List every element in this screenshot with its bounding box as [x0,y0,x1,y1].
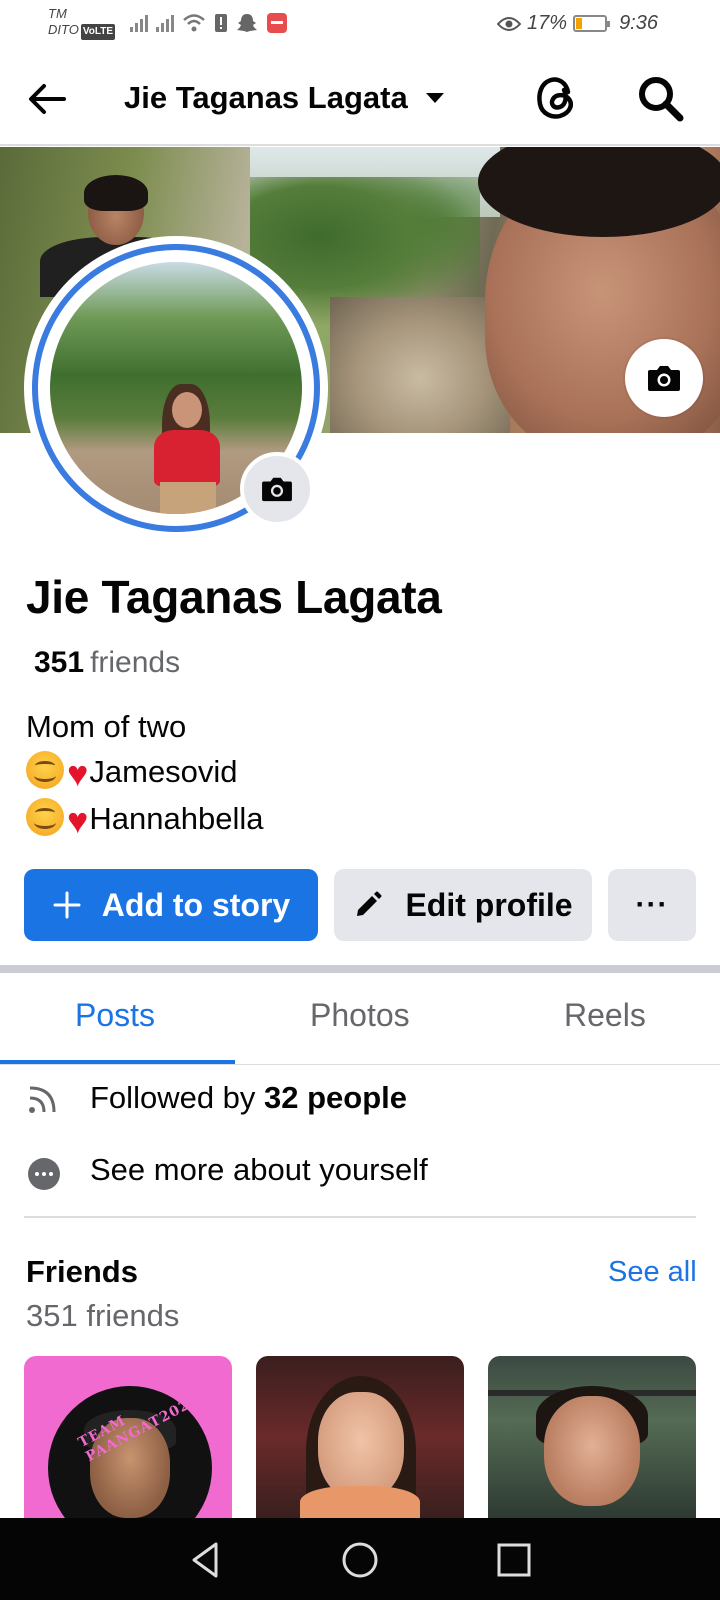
back-arrow-icon[interactable] [26,78,68,120]
friend-card[interactable] [488,1356,696,1518]
see-more-about-text: See more about yourself [90,1152,428,1187]
nav-home-icon[interactable] [340,1540,380,1580]
carrier-line-2: DITO [48,22,79,37]
avatar-camera-button[interactable] [240,452,314,526]
system-navigation-bar [0,1518,720,1600]
followers-text: Followed by 32 people [90,1080,407,1116]
friends-section-title: Friends [26,1254,138,1289]
tab-reels[interactable]: Reels [564,997,646,1034]
search-icon[interactable] [636,74,686,124]
caret-down-icon [425,93,444,103]
profile-tabs: Posts Photos Reels [0,973,720,1065]
threads-icon[interactable] [530,72,582,124]
carrier-line-1: TM [48,6,67,21]
status-right: 17% 9:36 [497,12,658,35]
friends-label: friends [90,646,181,679]
more-options-button[interactable]: ··· [608,869,696,941]
friends-count: 351 [34,646,85,679]
bio-line: Jamesovid [89,754,238,789]
divider [24,1216,696,1218]
bio: Mom of two ♥Jamesovid ♥Hannahbella [26,704,263,843]
friends-count-text: 351 friends [26,1298,180,1333]
more-icon [28,1158,60,1190]
status-bar: TM DITO VoLTE 17% 9:36 [0,0,720,50]
heart-emoji-icon: ♥ [67,800,89,841]
cover-camera-button[interactable] [625,339,703,417]
tab-posts[interactable]: Posts [75,997,155,1034]
see-all-friends-link[interactable]: See all [608,1256,697,1289]
rss-feed-icon [29,1086,56,1113]
followers-count: 32 people [264,1080,408,1115]
carrier-label: TM DITO VoLTE [48,6,116,40]
nav-recents-icon[interactable] [494,1540,534,1580]
plus-icon [53,891,81,919]
heart-emoji-icon: ♥ [67,753,89,794]
active-tab-indicator [0,1060,235,1064]
header-title: Jie Taganas Lagata [124,80,408,115]
add-to-story-button[interactable]: Add to story [24,869,318,941]
battery-percent: 17% [527,12,568,34]
smiling-emoji-icon [26,798,64,836]
followers-row[interactable]: Followed by 32 people [0,1072,720,1128]
wifi-icon [183,14,205,32]
friend-card[interactable]: TEAM PAANGAT2023 [24,1356,232,1518]
status-icons [130,12,288,34]
see-more-about-row[interactable]: See more about yourself [0,1144,720,1200]
app-notification-icon [267,13,287,33]
snapchat-icon [237,14,257,32]
nav-back-icon[interactable] [186,1540,226,1580]
clock: 9:36 [619,12,658,34]
tab-photos[interactable]: Photos [310,997,410,1034]
camera-icon [262,477,292,502]
signal-icon [130,14,148,32]
battery-icon [573,15,611,32]
signal-icon-2 [156,14,174,32]
add-to-story-label: Add to story [101,886,291,923]
friend-card[interactable] [256,1356,464,1518]
friends-summary[interactable]: 351 friends [34,646,180,680]
top-header: Jie Taganas Lagata [0,50,720,146]
followers-prefix: Followed by [90,1080,265,1115]
profile-name: Jie Taganas Lagata [26,571,442,623]
eye-icon [497,16,522,31]
section-divider [0,965,720,973]
smiling-emoji-icon [26,751,64,789]
edit-profile-label: Edit profile [405,886,573,923]
edit-profile-button[interactable]: Edit profile [334,869,592,941]
profile-switcher[interactable]: Jie Taganas Lagata [124,80,444,116]
volte-badge: VoLTE [80,24,116,40]
alert-icon [215,14,227,32]
bio-line: Hannahbella [89,801,264,836]
more-dots-icon: ··· [635,888,669,921]
camera-icon [648,366,680,391]
bio-line: Mom of two [26,709,187,744]
pencil-icon [357,891,382,916]
